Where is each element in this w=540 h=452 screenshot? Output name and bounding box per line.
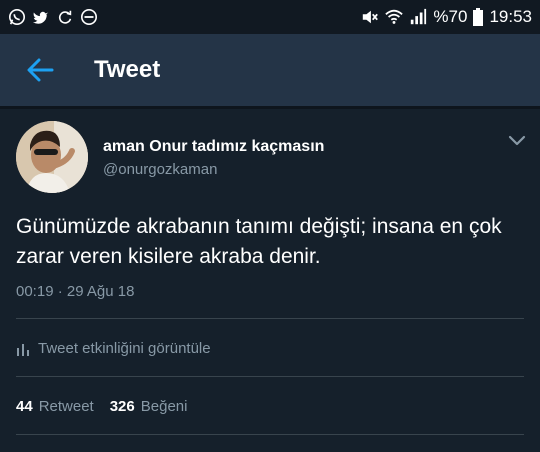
do-not-disturb-icon [80,8,98,26]
tweet-activity-link[interactable]: Tweet etkinliğini görüntüle [16,340,211,357]
author-name[interactable]: aman Onur tadımız kaçmasın [103,138,324,156]
app-bar-shadow [0,106,540,109]
mute-icon [363,10,379,24]
author-handle[interactable]: @onurgozkaman [103,161,217,178]
battery-percentage: %70 [433,7,468,26]
wifi-icon [385,9,404,24]
whatsapp-icon [8,8,26,26]
chevron-down-icon[interactable] [506,132,528,150]
bar-chart-icon [17,343,29,356]
tweet-text: Günümüzde akrabanın tanımı değişti; insa… [16,215,502,268]
like-stat[interactable]: 326 Beğeni [110,398,188,415]
divider [16,434,524,435]
like-count: 326 [109,398,135,415]
divider [16,318,524,319]
clock: 19:53 [489,7,532,26]
sync-icon [59,10,72,24]
status-bar-right: %70 19:53 [361,7,532,27]
avatar[interactable] [16,121,88,193]
page-title: Tweet [94,56,161,83]
back-button[interactable] [0,34,80,106]
retweet-count: 44 [16,398,33,415]
retweet-stat[interactable]: 44 Retweet [16,398,94,415]
tweet-timestamp: 00:19 · 29 Ağu 18 [16,283,135,300]
battery-icon [473,8,484,26]
avatar-photo [16,121,88,193]
tweet-activity-label: Tweet etkinliğini görüntüle [38,340,211,357]
signal-icon [411,8,427,25]
back-arrow-icon [27,58,54,82]
tweet-stats: 44 Retweet 326 Beğeni [16,398,187,415]
like-label: Beğeni [140,398,188,415]
status-bar: %70 19:53 [0,0,540,34]
twitter-bird-icon [32,11,49,24]
app-bar: Tweet [0,34,540,106]
divider [16,376,524,377]
status-bar-left [8,8,98,26]
retweet-label: Retweet [38,398,94,415]
